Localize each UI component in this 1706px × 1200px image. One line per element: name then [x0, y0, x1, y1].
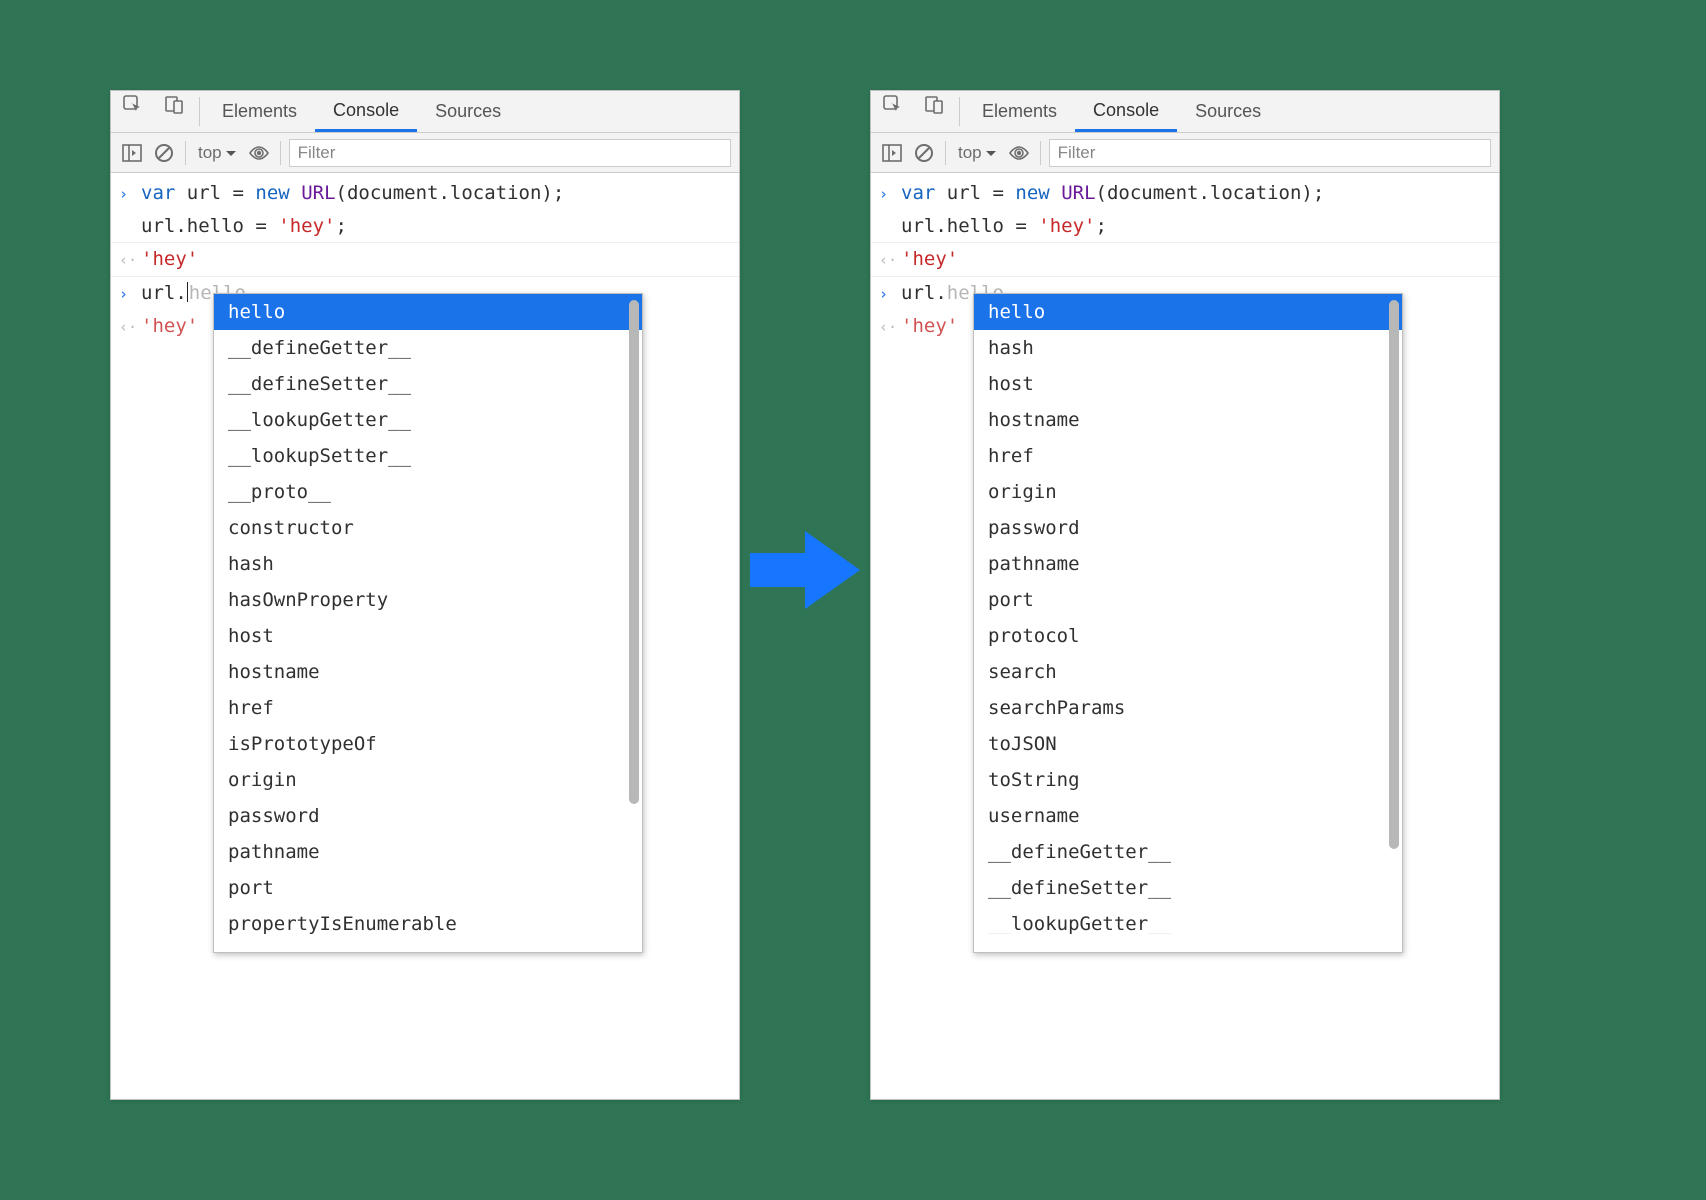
device-toolbar-icon[interactable] — [153, 91, 195, 117]
devtools-panel-after: Elements Console Sources top Filter › va… — [870, 90, 1500, 1100]
autocomplete-item[interactable]: hash — [974, 330, 1402, 366]
separator — [185, 141, 186, 165]
inspect-icon[interactable] — [111, 91, 153, 117]
execution-context-selector[interactable]: top — [194, 140, 240, 166]
autocomplete-item[interactable]: origin — [214, 762, 642, 798]
live-expression-icon[interactable] — [1006, 140, 1032, 166]
gutter-blank — [119, 213, 141, 214]
output-caret-icon: ‹· — [879, 246, 901, 273]
separator — [280, 141, 281, 165]
autocomplete-item[interactable]: toString — [974, 762, 1402, 798]
autocomplete-item[interactable]: username — [974, 798, 1402, 834]
autocomplete-item[interactable]: __defineSetter__ — [214, 366, 642, 402]
tab-sources[interactable]: Sources — [417, 91, 519, 132]
separator — [1040, 141, 1041, 165]
live-expression-icon[interactable] — [246, 140, 272, 166]
autocomplete-item[interactable]: __defineGetter__ — [214, 330, 642, 366]
tab-console[interactable]: Console — [1075, 91, 1177, 132]
autocomplete-item[interactable]: search — [974, 654, 1402, 690]
tab-sources[interactable]: Sources — [1177, 91, 1279, 132]
separator — [945, 141, 946, 165]
input-caret-icon: › — [119, 280, 141, 307]
autocomplete-item[interactable]: hostname — [974, 402, 1402, 438]
scroll-thumb[interactable] — [629, 300, 639, 804]
code-line[interactable]: url.hello = 'hey'; — [141, 213, 729, 239]
filter-input[interactable]: Filter — [289, 139, 731, 167]
autocomplete-popup[interactable]: hellohashhosthostnamehreforiginpasswordp… — [973, 293, 1403, 953]
autocomplete-item[interactable]: propertyIsEnumerable — [214, 906, 642, 934]
devtools-panel-before: Elements Console Sources top Filter › va… — [110, 90, 740, 1100]
clear-console-icon[interactable] — [151, 140, 177, 166]
clear-console-icon[interactable] — [911, 140, 937, 166]
code-line[interactable]: var url = new URL(document.location); — [141, 180, 729, 206]
gutter-blank — [879, 213, 901, 214]
separator — [959, 97, 960, 126]
console-toolbar: top Filter — [111, 133, 739, 173]
autocomplete-item[interactable]: __proto__ — [214, 474, 642, 510]
input-caret-icon: › — [879, 180, 901, 207]
autocomplete-item[interactable]: port — [974, 582, 1402, 618]
console-output: 'hey' — [141, 246, 729, 272]
autocomplete-item[interactable]: href — [974, 438, 1402, 474]
tab-elements[interactable]: Elements — [964, 91, 1075, 132]
autocomplete-item[interactable]: __defineSetter__ — [974, 870, 1402, 906]
scroll-thumb[interactable] — [1389, 300, 1399, 849]
autocomplete-item[interactable]: hello — [974, 294, 1402, 330]
autocomplete-item[interactable]: __defineGetter__ — [974, 834, 1402, 870]
autocomplete-item[interactable]: __lookupSetter__ — [214, 438, 642, 474]
eager-eval-caret-icon: ‹· — [879, 313, 901, 340]
autocomplete-item[interactable]: password — [214, 798, 642, 834]
eager-eval-caret-icon: ‹· — [119, 313, 141, 340]
tab-bar: Elements Console Sources — [111, 91, 739, 133]
autocomplete-item[interactable]: hostname — [214, 654, 642, 690]
filter-input[interactable]: Filter — [1049, 139, 1491, 167]
autocomplete-item[interactable]: host — [214, 618, 642, 654]
console-body: › var url = new URL(document.location); … — [871, 173, 1499, 343]
code-line[interactable]: var url = new URL(document.location); — [901, 180, 1489, 206]
inspect-icon[interactable] — [871, 91, 913, 117]
separator — [199, 97, 200, 126]
autocomplete-item[interactable]: origin — [974, 474, 1402, 510]
arrow-right-icon — [745, 525, 865, 615]
tab-elements[interactable]: Elements — [204, 91, 315, 132]
sidebar-toggle-icon[interactable] — [879, 140, 905, 166]
code-line[interactable]: url.hello = 'hey'; — [901, 213, 1489, 239]
autocomplete-item[interactable]: pathname — [974, 546, 1402, 582]
autocomplete-item[interactable]: searchParams — [974, 690, 1402, 726]
autocomplete-item[interactable]: hash — [214, 546, 642, 582]
autocomplete-popup[interactable]: hello__defineGetter____defineSetter____l… — [213, 293, 643, 953]
autocomplete-item[interactable]: toJSON — [974, 726, 1402, 762]
autocomplete-item[interactable]: pathname — [214, 834, 642, 870]
autocomplete-item[interactable]: __lookupGetter__ — [214, 402, 642, 438]
autocomplete-item[interactable]: constructor — [214, 510, 642, 546]
autocomplete-item[interactable]: protocol — [974, 618, 1402, 654]
autocomplete-item[interactable]: hasOwnProperty — [214, 582, 642, 618]
autocomplete-item[interactable]: port — [214, 870, 642, 906]
autocomplete-item[interactable]: isPrototypeOf — [214, 726, 642, 762]
scrollbar[interactable] — [1389, 300, 1399, 946]
input-caret-icon: › — [879, 280, 901, 307]
console-output: 'hey' — [901, 246, 1489, 272]
autocomplete-item[interactable]: href — [214, 690, 642, 726]
execution-context-selector[interactable]: top — [954, 140, 1000, 166]
console-body: › var url = new URL(document.location); … — [111, 173, 739, 343]
autocomplete-item[interactable]: password — [974, 510, 1402, 546]
tab-console[interactable]: Console — [315, 91, 417, 132]
autocomplete-item[interactable]: hello — [214, 294, 642, 330]
scrollbar[interactable] — [629, 300, 639, 946]
device-toolbar-icon[interactable] — [913, 91, 955, 117]
output-caret-icon: ‹· — [119, 246, 141, 273]
input-caret-icon: › — [119, 180, 141, 207]
autocomplete-item[interactable]: host — [974, 366, 1402, 402]
autocomplete-item[interactable]: __lookupGetter__ — [974, 906, 1402, 934]
sidebar-toggle-icon[interactable] — [119, 140, 145, 166]
tab-bar: Elements Console Sources — [871, 91, 1499, 133]
text-cursor — [187, 282, 188, 302]
console-toolbar: top Filter — [871, 133, 1499, 173]
